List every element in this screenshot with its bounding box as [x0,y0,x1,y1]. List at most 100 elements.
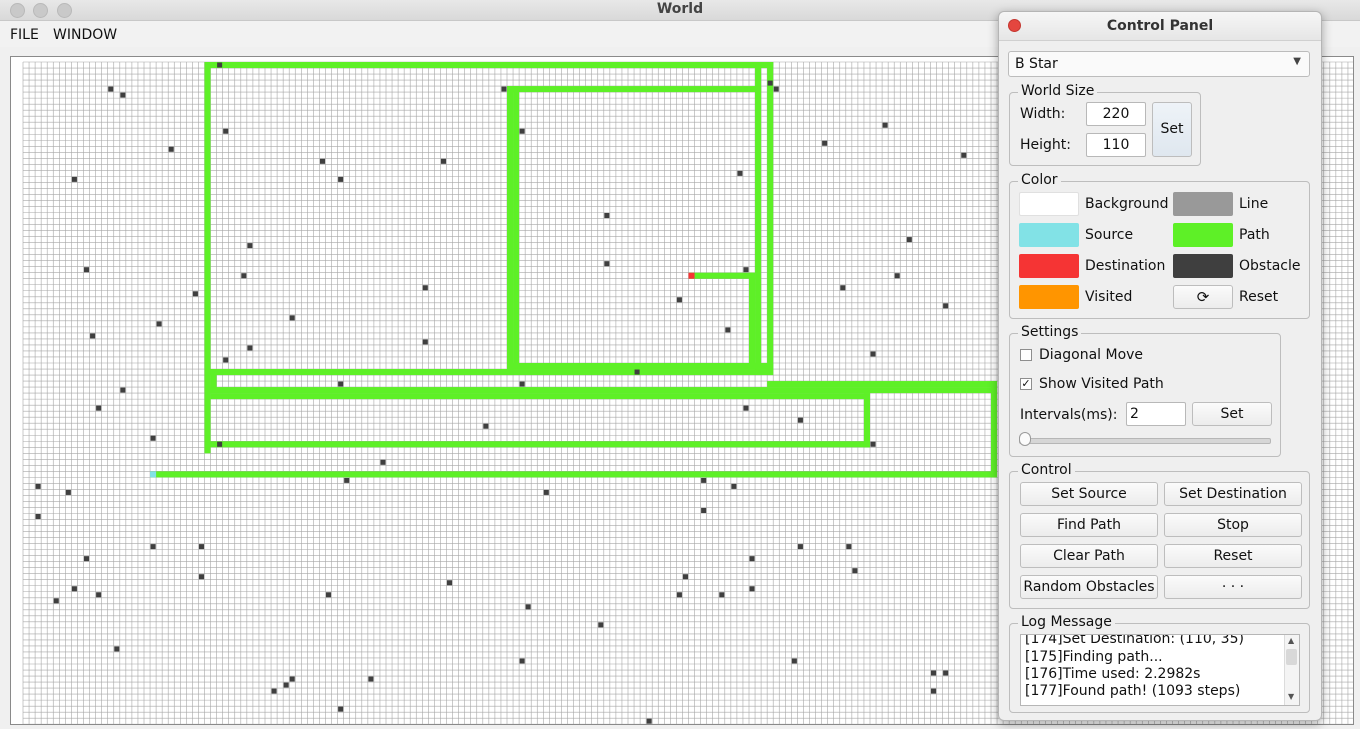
stop-button[interactable]: Stop [1164,513,1302,537]
width-label: Width: [1020,106,1066,122]
path-color-swatch[interactable] [1173,223,1233,247]
world-size-title: World Size [1018,83,1098,99]
obstacle-cell [501,86,507,92]
reset-colors-button[interactable]: ⟳ [1173,285,1233,309]
destination-color-swatch[interactable] [1019,254,1079,278]
path-segment [991,381,998,478]
obstacle-color-swatch[interactable] [1173,254,1233,278]
obstacle-cell [604,261,610,267]
obstacle-cell [846,544,852,550]
interval-input[interactable]: 2 [1126,402,1186,426]
obstacle-cell [791,658,797,664]
obstacle-cell [894,273,900,279]
show-visited-label: Show Visited Path [1039,376,1164,392]
background-color-swatch[interactable] [1019,192,1079,216]
obstacle-cell [84,556,90,562]
random-obstacles-button[interactable]: Random Obstacles [1020,575,1158,599]
diagonal-move-checkbox[interactable] [1020,349,1032,361]
obstacle-cell [271,688,277,694]
obstacle-cell [676,592,682,598]
path-segment [688,272,756,279]
chevron-down-icon: ▼ [1293,56,1301,67]
obstacle-cell [198,544,204,550]
show-visited-checkbox[interactable]: ✓ [1020,378,1032,390]
line-color-swatch[interactable] [1173,192,1233,216]
set-source-button[interactable]: Set Source [1020,482,1158,506]
set-interval-button[interactable]: Set [1192,402,1272,426]
path-segment [863,393,870,448]
algorithm-select[interactable]: B Star ▼ [1008,51,1310,77]
obstacle-cell [289,315,295,321]
obstacle-cell [773,86,779,92]
obstacle-cell [65,489,71,495]
control-panel-title: Control Panel [1106,18,1214,34]
log-textarea[interactable]: [174]Set Destination: (110, 35) [175]Fin… [1020,634,1300,706]
path-color-label: Path [1239,227,1270,243]
world-size-group: World Size Width: 220 Height: 110 Set [1009,83,1201,166]
obstacle-cell [882,122,888,128]
path-segment [507,363,774,370]
obstacle-cell [247,243,253,249]
path-segment [150,471,998,478]
obstacle-cell [943,303,949,309]
log-title: Log Message [1018,614,1115,630]
reset-colors-label: Reset [1239,289,1279,305]
obstacle-cell [519,658,525,664]
control-panel-titlebar[interactable]: Control Panel [999,12,1321,41]
obstacle-cell [35,483,41,489]
obstacle-cell [338,176,344,182]
obstacle-cell [543,489,549,495]
obstacle-cell [168,146,174,152]
obstacle-cell [156,321,162,327]
path-segment [210,387,998,394]
obstacle-cell [241,273,247,279]
source-color-swatch[interactable] [1019,223,1079,247]
obstacle-cell [53,598,59,604]
obstacle-cell [604,213,610,219]
obstacle-cell [217,441,223,447]
log-line: [175]Finding path... [1025,649,1163,665]
obstacle-cell [906,237,912,243]
more-options-button[interactable]: · · · [1164,575,1302,599]
obstacle-cell [447,580,453,586]
interval-slider-track[interactable] [1019,438,1271,444]
menu-file[interactable]: FILE [10,27,39,43]
obstacle-cell [35,514,41,520]
set-world-size-button[interactable]: Set [1152,102,1192,157]
obstacle-cell [120,92,126,98]
interval-slider-handle[interactable] [1019,432,1031,446]
find-path-button[interactable]: Find Path [1020,513,1158,537]
settings-title: Settings [1018,324,1082,340]
obstacle-cell [289,676,295,682]
path-segment [204,62,774,69]
menu-window[interactable]: WINDOW [53,27,117,43]
height-input[interactable]: 110 [1086,133,1146,157]
log-scrollbar[interactable]: ▲ ▼ [1284,635,1299,705]
scroll-up-icon[interactable]: ▲ [1288,636,1294,645]
algorithm-value: B Star [1015,56,1058,72]
obstacle-cell [380,459,386,465]
path-segment [204,369,774,376]
obstacle-cell [338,381,344,387]
reset-button[interactable]: Reset [1164,544,1302,568]
path-segment [507,86,762,93]
obstacle-cell [797,417,803,423]
log-line: [174]Set Destination: (110, 35) [1025,634,1244,647]
width-input[interactable]: 220 [1086,102,1146,126]
destination-color-label: Destination [1085,258,1166,274]
log-scrollbar-handle[interactable] [1286,649,1297,665]
path-segment [755,62,762,376]
obstacle-cell [701,507,707,513]
destination-cell [688,272,695,279]
obstacle-cell [646,718,652,724]
clear-path-button[interactable]: Clear Path [1020,544,1158,568]
set-destination-button[interactable]: Set Destination [1164,482,1302,506]
obstacle-cell [725,327,731,333]
obstacle-cell [283,682,289,688]
obstacle-cell [422,339,428,345]
obstacle-cell [71,176,77,182]
obstacle-cell [749,586,755,592]
visited-color-swatch[interactable] [1019,285,1079,309]
obstacle-cell [90,333,96,339]
scroll-down-icon[interactable]: ▼ [1288,692,1294,701]
